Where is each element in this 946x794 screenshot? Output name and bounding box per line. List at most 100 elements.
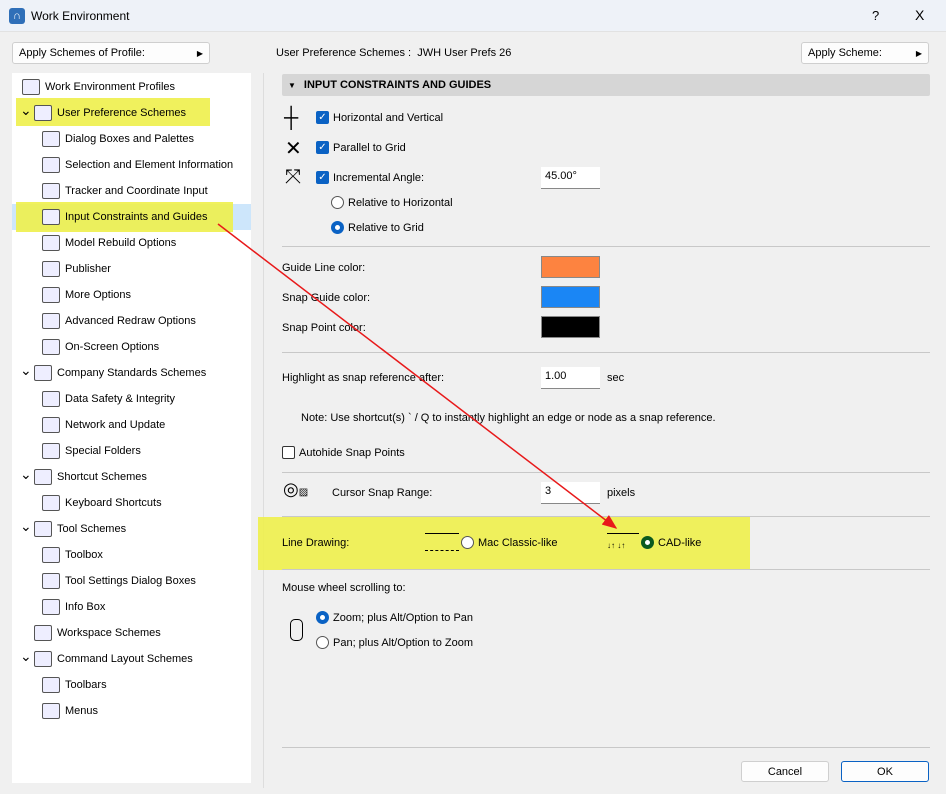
checkbox-checked: ✓ [316, 111, 329, 124]
divider [282, 569, 930, 570]
tree-item[interactable]: Tool Settings Dialog Boxes [42, 570, 196, 592]
tree-item[interactable]: Info Box [42, 596, 105, 618]
tree-item[interactable]: ⌄ Command Layout Schemes [20, 648, 193, 670]
tree-item-label: Tool Schemes [57, 523, 127, 535]
checkbox-checked: ✓ [316, 171, 329, 184]
close-button[interactable]: X [915, 7, 924, 23]
chevron-down-icon[interactable]: ⌄ [20, 648, 32, 665]
tree-item-label: Special Folders [65, 445, 141, 457]
parallel-grid-checkbox[interactable]: ✓ Parallel to Grid [316, 141, 406, 154]
angle-input[interactable]: 45.00° [541, 167, 600, 189]
incremental-angle-checkbox[interactable]: ✓ Incremental Angle: [316, 171, 424, 184]
tree-item[interactable]: ⌄ User Preference Schemes [20, 102, 186, 124]
tree-item-label: Workspace Schemes [57, 627, 161, 639]
tree-item-label: Tracker and Coordinate Input [65, 185, 208, 197]
tree-item[interactable]: Selection and Element Information [42, 154, 233, 176]
tree-item[interactable]: Data Safety & Integrity [42, 388, 175, 410]
help-button[interactable]: ? [872, 8, 879, 23]
divider [282, 472, 930, 473]
tree-item[interactable]: Workspace Schemes [34, 622, 161, 644]
tree-item[interactable]: Advanced Redraw Options [42, 310, 196, 332]
label: Zoom; plus Alt/Option to Pan [333, 611, 474, 624]
tree-item[interactable]: Tracker and Coordinate Input [42, 180, 208, 202]
snap-guide-color-swatch[interactable] [541, 286, 600, 308]
label: Autohide Snap Points [299, 446, 405, 459]
relative-horizontal-radio[interactable]: Relative to Horizontal [331, 196, 453, 209]
divider [282, 352, 930, 353]
cancel-button[interactable]: Cancel [741, 761, 829, 782]
ok-button[interactable]: OK [841, 761, 929, 782]
chevron-down-icon[interactable]: ⌄ [20, 466, 32, 483]
checkbox-unchecked [282, 446, 295, 459]
tree-item[interactable]: ⌄ Company Standards Schemes [20, 362, 206, 384]
chevron-right-icon: ▶ [915, 48, 922, 58]
section-title: INPUT CONSTRAINTS AND GUIDES [303, 79, 492, 91]
highlight-input[interactable]: 1.00 [541, 367, 600, 389]
divider [282, 516, 930, 517]
tree-item[interactable]: Special Folders [42, 440, 141, 462]
radio-off [316, 636, 329, 649]
tree-item[interactable]: ⌄ Tool Schemes [20, 518, 127, 540]
tree-item[interactable]: Keyboard Shortcuts [42, 492, 162, 514]
xyz-icon [42, 183, 60, 199]
title-bar: ∩ Work Environment ? X [0, 0, 946, 32]
relative-grid-radio[interactable]: Relative to Grid [331, 221, 424, 234]
apply-schemes-of-profile-button[interactable]: Apply Schemes of Profile: ▶ [12, 42, 210, 64]
tree-item[interactable]: Menus [42, 700, 98, 722]
label: Relative to Horizontal [348, 196, 453, 209]
tree-item-label: Selection and Element Information [65, 159, 234, 171]
tree-item[interactable]: Dialog Boxes and Palettes [42, 128, 194, 150]
label: Relative to Grid [348, 221, 424, 234]
apply-scheme-button[interactable]: Apply Scheme: ▶ [801, 42, 929, 64]
tree-item[interactable]: On-Screen Options [42, 336, 159, 358]
tree-item-label: More Options [65, 289, 132, 301]
cad-like-radio[interactable]: CAD-like [641, 536, 701, 549]
snap-point-color-swatch[interactable] [541, 316, 600, 338]
tree-item[interactable]: Network and Update [42, 414, 165, 436]
tree-item[interactable]: Input Constraints and Guides [42, 206, 207, 228]
tree-item[interactable]: Toolbox [42, 544, 103, 566]
tree-item-label: Menus [65, 705, 99, 717]
autohide-checkbox[interactable]: Autohide Snap Points [282, 446, 405, 459]
toolbars-icon [42, 677, 60, 693]
radio-on [331, 221, 344, 234]
tree-item[interactable]: More Options [42, 284, 131, 306]
tree-item-label: Work Environment Profiles [45, 81, 176, 93]
tree-item[interactable]: Model Rebuild Options [42, 232, 176, 254]
snap-range-input[interactable]: 3 [541, 482, 600, 504]
workspace-icon [34, 625, 52, 641]
label: Parallel to Grid [333, 141, 406, 154]
chevron-right-icon: ▶ [196, 48, 203, 58]
tree-item-label: Tool Settings Dialog Boxes [65, 575, 196, 587]
section-header[interactable]: ▼ INPUT CONSTRAINTS AND GUIDES [282, 74, 930, 96]
horizontal-vertical-checkbox[interactable]: ✓ Horizontal and Vertical [316, 111, 443, 124]
tree-item-label: Toolbox [65, 549, 103, 561]
guide-color-label: Guide Line color: [282, 262, 366, 274]
splitter[interactable] [263, 73, 264, 788]
toolbox-icon [42, 547, 60, 563]
menus-icon [42, 703, 60, 719]
folder-icon [42, 443, 60, 459]
chevron-down-icon[interactable]: ⌄ [20, 102, 32, 119]
sliders-icon [42, 287, 60, 303]
user-prefs-icon [34, 105, 52, 121]
tree-item[interactable]: ⌄ Shortcut Schemes [20, 466, 147, 488]
mac-classic-radio[interactable]: Mac Classic-like [461, 536, 557, 549]
chevron-down-icon[interactable]: ⌄ [20, 362, 32, 379]
tree-item[interactable]: Toolbars [42, 674, 107, 696]
tree-item[interactable]: Publisher [42, 258, 111, 280]
dialog-icon [42, 131, 60, 147]
tree-item-label: Keyboard Shortcuts [65, 497, 162, 509]
chevron-down-icon[interactable]: ⌄ [20, 518, 32, 535]
tree-item[interactable]: Work Environment Profiles [22, 76, 175, 98]
tree-item-label: Model Rebuild Options [65, 237, 177, 249]
redraw-icon [42, 313, 60, 329]
zoom-option-radio[interactable]: Zoom; plus Alt/Option to Pan [316, 611, 473, 624]
scheme-label: User Preference Schemes : [276, 47, 412, 59]
pan-option-radio[interactable]: Pan; plus Alt/Option to Zoom [316, 636, 473, 649]
guide-color-swatch[interactable] [541, 256, 600, 278]
globe-icon [42, 417, 60, 433]
radio-on [641, 536, 654, 549]
tree-item-label: User Preference Schemes [57, 107, 186, 119]
tree-item-label: Dialog Boxes and Palettes [65, 133, 195, 145]
